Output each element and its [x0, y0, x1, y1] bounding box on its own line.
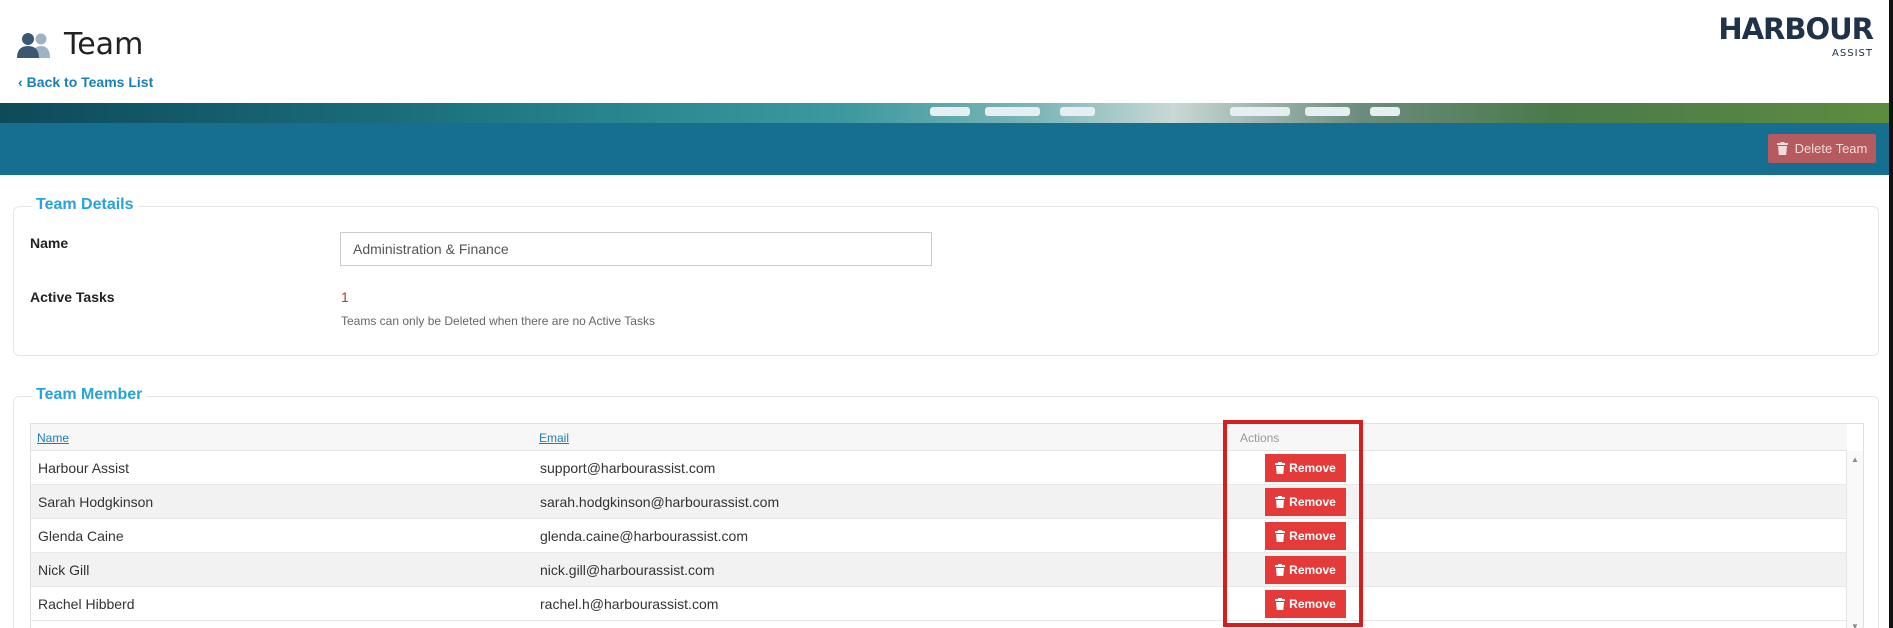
member-name: Rachel Hibberd [38, 596, 135, 612]
page-header: Team ‹ Back to Teams List HARBOUR ASSIST [0, 0, 1893, 103]
remove-button[interactable]: Remove [1265, 488, 1346, 516]
logo-main-text: HARBOUR [1718, 12, 1874, 46]
member-email: support@harbourassist.com [540, 460, 716, 476]
remove-label: Remove [1289, 597, 1336, 611]
remove-button[interactable]: Remove [1265, 522, 1346, 550]
trash-icon [1275, 564, 1286, 576]
remove-label: Remove [1289, 563, 1336, 577]
chevron-left-icon: ‹ [18, 74, 23, 90]
logo-sub-text: ASSIST [1832, 48, 1873, 59]
team-details-legend: Team Details [32, 196, 138, 214]
trash-icon [1275, 598, 1286, 610]
back-to-teams-link[interactable]: ‹ Back to Teams List [18, 74, 153, 90]
scroll-up-arrow-icon[interactable]: ▲ [1851, 455, 1859, 464]
member-name: Sarah Hodgkinson [38, 494, 154, 510]
member-email: glenda.caine@harbourassist.com [540, 528, 748, 544]
team-name-input[interactable] [340, 232, 932, 266]
harbour-banner-image [0, 103, 1893, 123]
back-link-label: Back to Teams List [26, 74, 154, 90]
active-tasks-note: Teams can only be Deleted when there are… [341, 314, 655, 328]
trash-icon [1275, 496, 1286, 508]
delete-team-button[interactable]: Delete Team [1768, 134, 1876, 163]
column-header-name[interactable]: Name [37, 431, 69, 445]
active-tasks-label: Active Tasks [30, 289, 115, 305]
member-email: rachel.h@harbourassist.com [540, 596, 719, 612]
window-edge [1889, 0, 1893, 628]
trash-icon [1275, 462, 1286, 474]
table-row: Nick Gill nick.gill@harbourassist.com Re… [31, 553, 1847, 587]
team-details-section: Team Details Name Active Tasks 1 Teams c… [13, 196, 1879, 356]
member-name: Nick Gill [38, 562, 90, 578]
table-row: Harbour Assist support@harbourassist.com… [31, 451, 1847, 485]
table-row: Sarah Hodgkinson sarah.hodgkinson@harbou… [31, 485, 1847, 519]
team-member-section: Team Member Name Email Actions Harbour A… [13, 386, 1879, 628]
member-name: Glenda Caine [38, 528, 124, 544]
delete-team-label: Delete Team [1794, 141, 1868, 156]
member-name: Harbour Assist [38, 460, 130, 476]
team-icon [17, 33, 50, 58]
team-member-legend: Team Member [32, 386, 147, 404]
remove-button[interactable]: Remove [1265, 590, 1346, 618]
table-row: Rachel Hibberd rachel.h@harbourassist.co… [31, 587, 1847, 621]
remove-label: Remove [1289, 529, 1336, 543]
column-header-actions: Actions [1240, 431, 1280, 445]
remove-button[interactable]: Remove [1265, 556, 1346, 584]
page-title: Team [64, 27, 144, 62]
table-header: Name Email Actions [31, 424, 1847, 451]
remove-button[interactable]: Remove [1265, 454, 1346, 482]
name-label: Name [30, 235, 69, 251]
remove-label: Remove [1289, 495, 1336, 509]
member-email: nick.gill@harbourassist.com [540, 562, 715, 578]
action-bar: Delete Team [0, 123, 1893, 175]
harbour-assist-logo: HARBOUR ASSIST [1718, 12, 1874, 59]
table-scrollbar[interactable]: ▲ ▼ [1846, 451, 1863, 628]
scroll-down-arrow-icon[interactable]: ▼ [1851, 622, 1859, 628]
member-email: sarah.hodgkinson@harbourassist.com [540, 494, 780, 510]
trash-icon [1275, 530, 1286, 542]
table-row: Glenda Caine glenda.caine@harbourassist.… [31, 519, 1847, 553]
remove-label: Remove [1289, 461, 1336, 475]
active-tasks-value: 1 [341, 289, 349, 305]
column-header-email[interactable]: Email [539, 431, 569, 445]
trash-icon [1776, 142, 1788, 155]
members-table: Name Email Actions Harbour Assist suppor… [30, 423, 1864, 628]
